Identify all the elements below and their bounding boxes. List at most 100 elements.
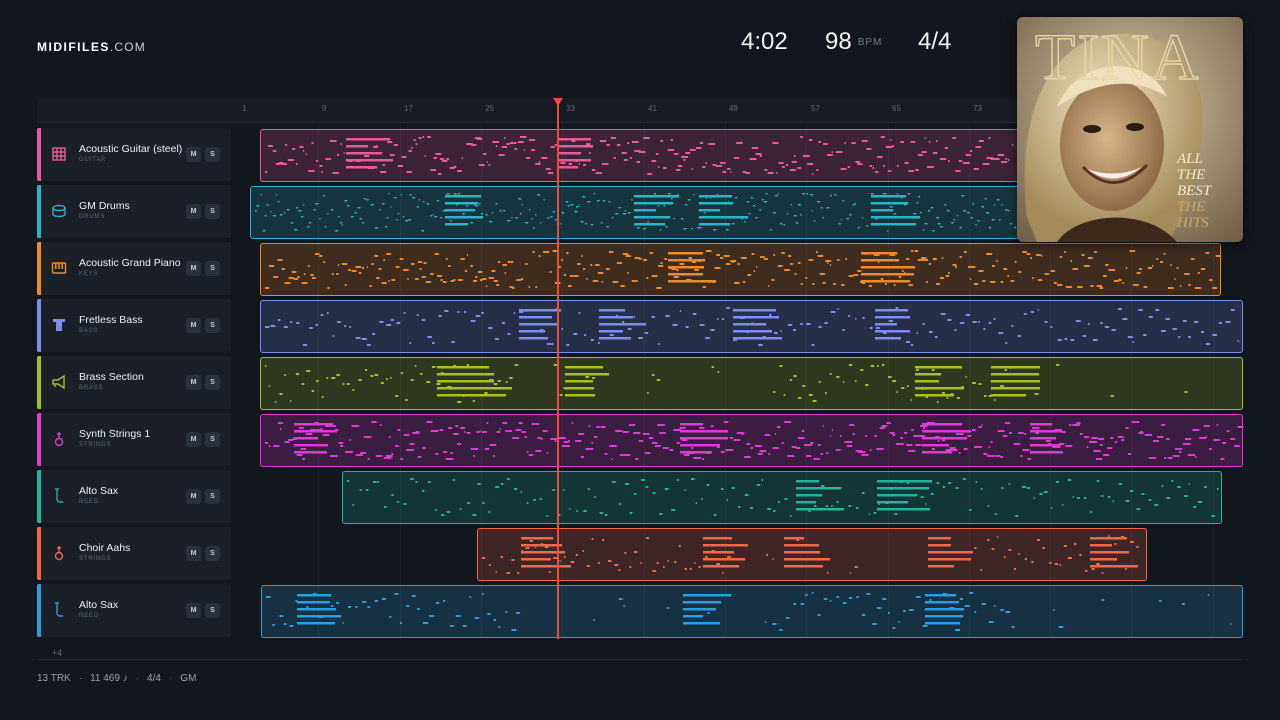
sax-icon [51,488,67,504]
track-color-stripe [37,128,41,181]
guitar-icon [51,146,67,162]
solo-button[interactable]: S [205,432,220,447]
site-logo[interactable]: MIDIFILES.COM [37,40,146,54]
ruler-tick-25: 25 [485,104,494,113]
ruler-tick-41: 41 [648,104,657,113]
track-lane: Fretless Bass BASS M S [37,299,1243,353]
footer-stats: 13 TRK · 11 469 ♪ · 4/4 · GM [37,673,197,684]
footer-standard: GM [180,673,197,684]
track-name: Synth Strings 1 [79,428,151,440]
album-artist: TINA [1035,21,1201,94]
track-lane: Brass Section BRASS M S [37,356,1243,410]
track-name: GM Drums [79,200,130,212]
mute-button[interactable]: M [186,318,201,333]
bass-icon [51,317,67,333]
solo-button[interactable]: S [205,546,220,561]
footer-signature: 4/4 [147,673,161,684]
clip-notes [482,535,1139,574]
clip-notes [265,421,1242,460]
track-category: BRASS [79,385,104,391]
mute-button[interactable]: M [186,261,201,276]
midi-clip[interactable] [260,357,1243,410]
solo-button[interactable]: S [205,489,220,504]
track-name: Choir Aahs [79,542,131,554]
solo-button[interactable]: S [205,318,220,333]
violin-icon [51,431,67,447]
track-name: Brass Section [79,371,144,383]
solo-button[interactable]: S [205,603,220,618]
track-header[interactable]: Brass Section BRASS M S [37,356,231,409]
violin-icon [51,545,67,561]
track-header[interactable]: Alto Sax REED M S [37,470,231,523]
track-category: REED [79,499,99,505]
track-color-stripe [37,356,41,409]
track-lane: Choir Aahs STRINGS M S [37,527,1243,581]
clip-notes [347,478,1219,517]
track-header[interactable]: Alto Sax REED M S [37,584,231,637]
mute-button[interactable]: M [186,489,201,504]
midi-clip[interactable] [342,471,1222,524]
track-name: Alto Sax [79,599,119,611]
track-header[interactable]: Acoustic Grand Piano KEYS M S [37,242,231,295]
mute-button[interactable]: M [186,204,201,219]
mute-button[interactable]: M [186,147,201,162]
playhead[interactable] [554,98,562,639]
tempo-unit: BPM [857,37,883,49]
track-lane: Synth Strings 1 STRINGS M S [37,413,1243,467]
track-header[interactable]: Choir Aahs STRINGS M S [37,527,231,580]
track-category: REED [79,613,99,619]
midi-clip[interactable] [260,243,1221,296]
track-color-stripe [37,242,41,295]
track-category: DRUMS [79,214,105,220]
logo-bold: MIDIFILES [37,40,110,54]
track-header[interactable]: Acoustic Guitar (steel) GUITAR M S [37,128,231,181]
midi-clip[interactable] [477,528,1147,581]
album-title-line-1: ALL [1176,151,1203,167]
mute-button[interactable]: M [186,603,201,618]
mute-button[interactable]: M [186,546,201,561]
drum-icon [51,203,67,219]
album-title-line-2: THE [1177,167,1205,183]
clip-notes [265,364,1188,403]
track-category: BASS [79,328,99,334]
midi-clip[interactable] [260,414,1243,467]
logo-suffix: .COM [109,40,146,54]
more-tracks-label[interactable]: +4 [52,648,62,658]
track-color-stripe [37,185,41,238]
album-cover: TINA ALL THE BEST THE HITS [1017,17,1243,242]
track-category: STRINGS [79,442,112,448]
mute-button[interactable]: M [186,432,201,447]
ruler-tick-17: 17 [404,104,413,113]
midi-clip[interactable] [260,300,1243,353]
solo-button[interactable]: S [205,147,220,162]
solo-button[interactable]: S [205,261,220,276]
ruler-tick-1: 1 [242,104,247,113]
tempo-display: 98 BPM [825,28,882,60]
midi-clip[interactable] [261,585,1243,638]
mute-button[interactable]: M [186,375,201,390]
sax-icon [51,602,67,618]
ruler-tick-49: 49 [729,104,738,113]
track-name: Acoustic Grand Piano [79,257,181,269]
solo-button[interactable]: S [205,375,220,390]
track-color-stripe [37,299,41,352]
track-header[interactable]: Synth Strings 1 STRINGS M S [37,413,231,466]
album-title-line-4: THE [1177,199,1205,215]
track-name: Fretless Bass [79,314,143,326]
duration-display: 4:02 [741,28,788,55]
footer-divider [37,659,1243,660]
track-header[interactable]: Fretless Bass BASS M S [37,299,231,352]
time-signature-display: 4/4 [918,28,952,55]
clip-notes [266,592,1232,631]
track-color-stripe [37,584,41,637]
ruler-tick-33: 33 [566,104,575,113]
solo-button[interactable]: S [205,204,220,219]
album-artwork: TINA ALL THE BEST THE HITS [1017,17,1243,242]
album-title-line-5: HITS [1176,215,1209,231]
track-header[interactable]: GM Drums DRUMS M S [37,185,231,238]
track-lane: Alto Sax REED M S [37,584,1243,638]
ruler-tick-57: 57 [811,104,820,113]
clip-notes [265,250,1220,289]
ruler-tick-73: 73 [973,104,982,113]
piano-icon [51,260,67,276]
